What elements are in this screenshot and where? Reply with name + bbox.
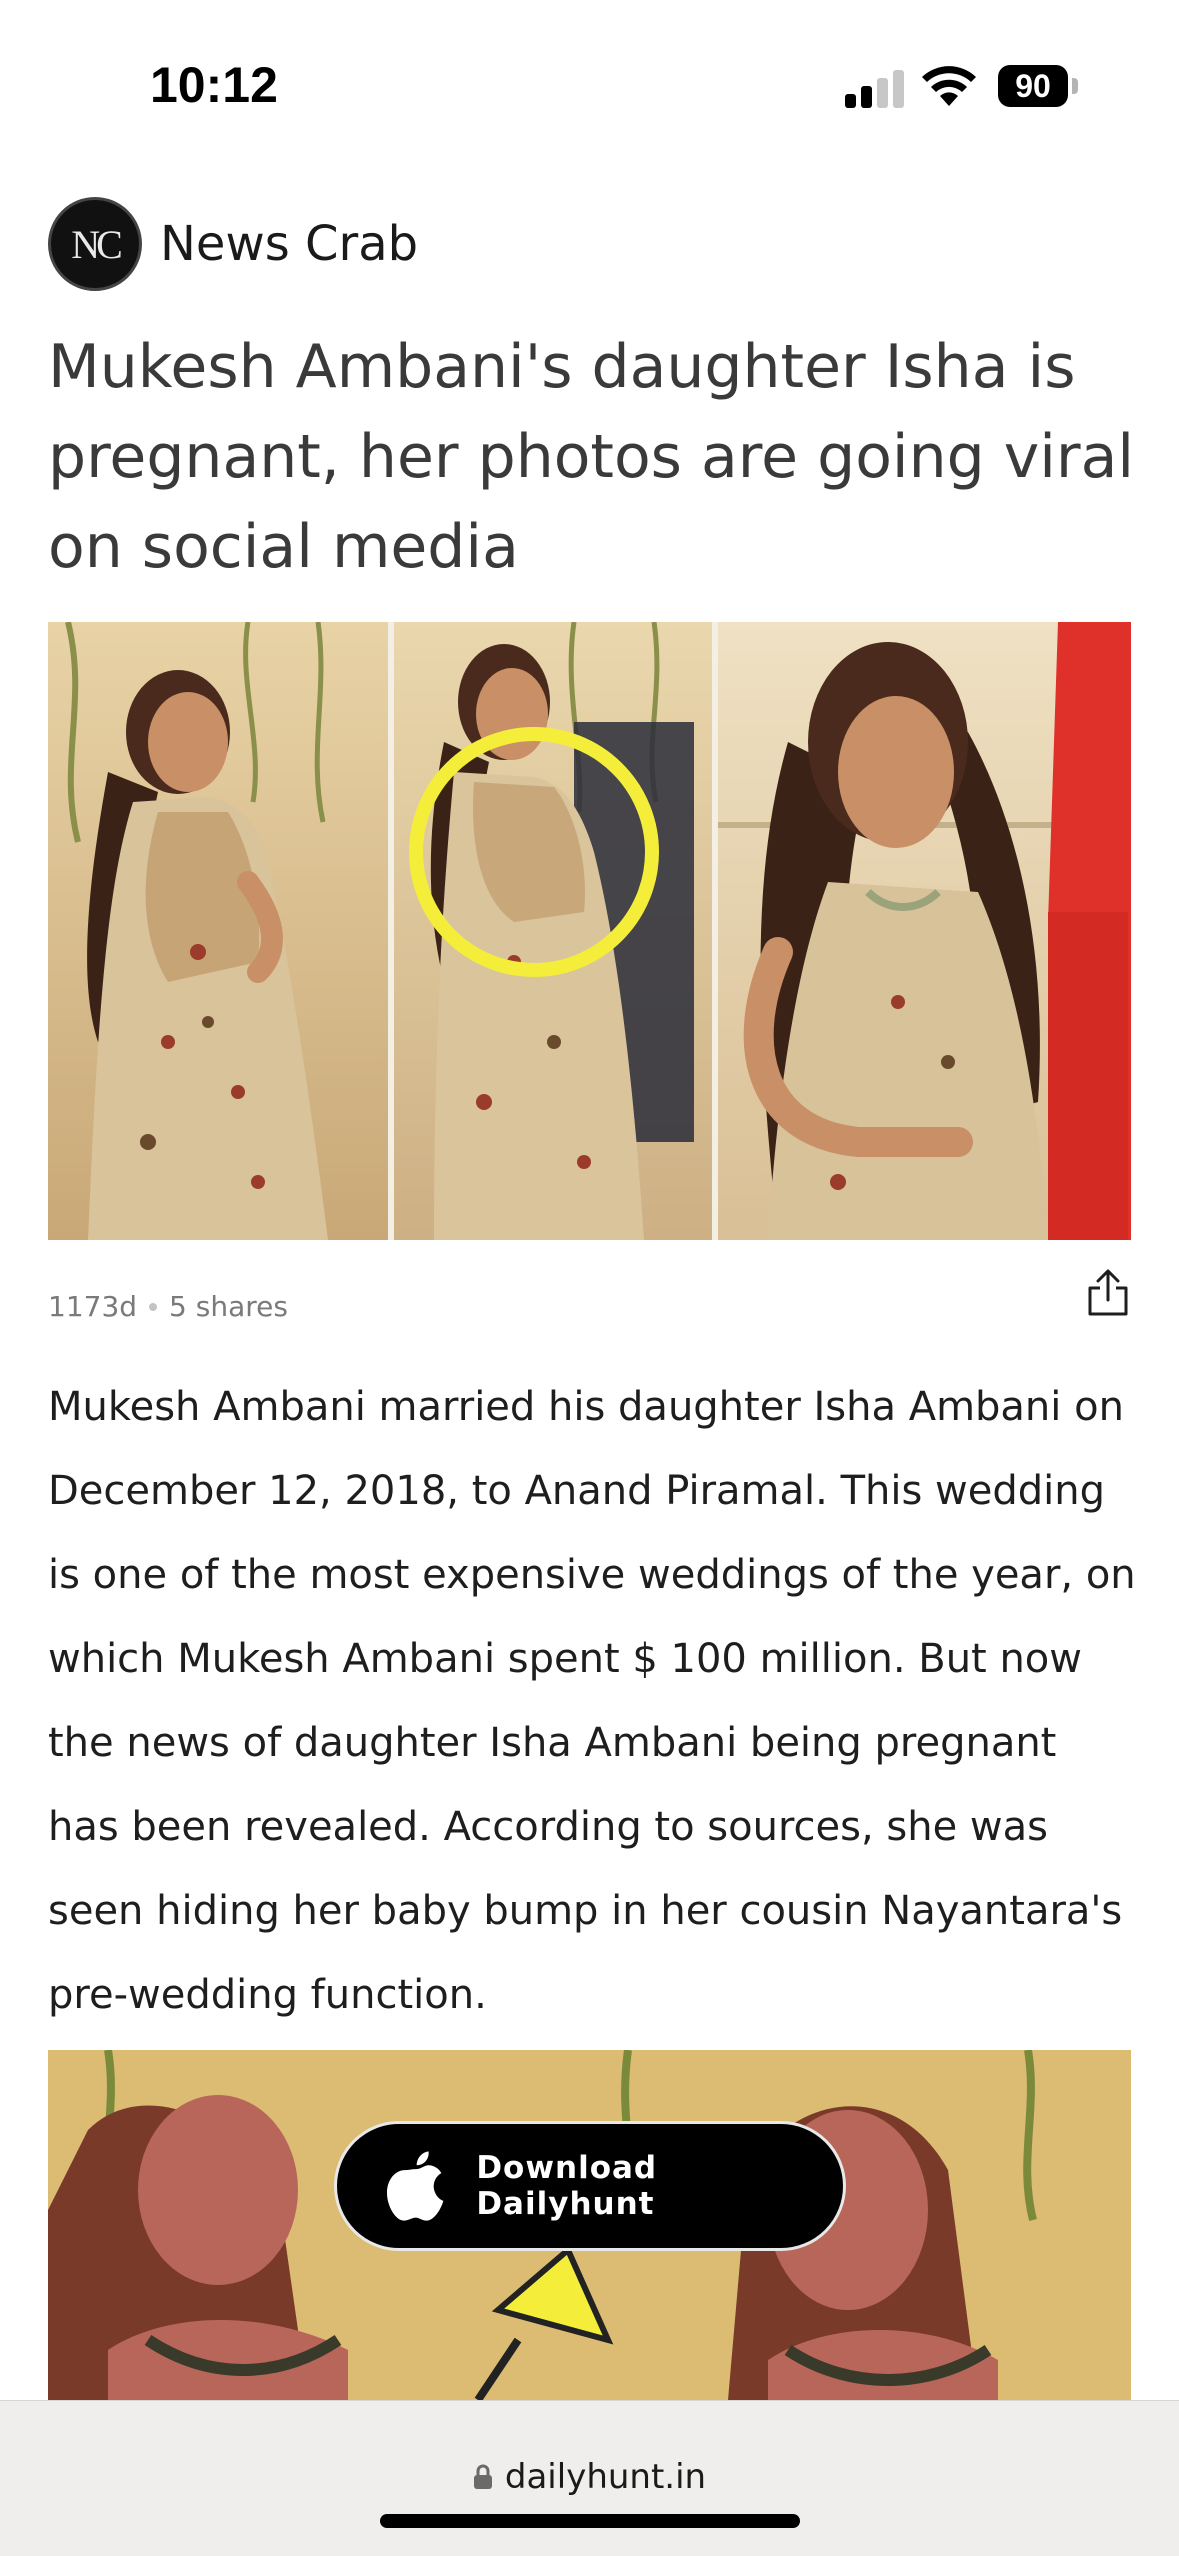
download-dailyhunt-button[interactable]: Download Dailyhunt xyxy=(334,2121,846,2251)
wifi-icon xyxy=(922,66,976,106)
lock-icon xyxy=(473,2464,492,2489)
share-count: 5 shares xyxy=(169,1290,288,1323)
photo-panel-middle xyxy=(394,622,712,1240)
battery-icon: 90 xyxy=(998,65,1068,107)
photo-panel-right xyxy=(718,622,1131,1240)
meta-separator xyxy=(149,1302,158,1311)
status-time: 10:12 xyxy=(150,57,278,113)
cellular-signal-icon xyxy=(845,70,905,108)
battery-tip xyxy=(1072,78,1078,94)
home-indicator[interactable] xyxy=(380,2514,800,2528)
browser-url-bar[interactable]: dailyhunt.in xyxy=(0,2400,1179,2556)
status-bar: 10:12 90 xyxy=(0,0,1179,170)
share-icon[interactable] xyxy=(1084,1268,1132,1318)
apple-icon xyxy=(386,2151,444,2221)
photo-panel-left xyxy=(48,622,388,1240)
source-name: News Crab xyxy=(160,216,419,272)
url-text: dailyhunt.in xyxy=(504,2457,707,2497)
url-display[interactable]: dailyhunt.in xyxy=(0,2457,1179,2497)
source-logo: NC xyxy=(48,197,142,291)
download-label: Download Dailyhunt xyxy=(476,2150,658,2222)
article-body: Mukesh Ambani married his daughter Isha … xyxy=(48,1384,1136,2018)
article-headline: Mukesh Ambani's daughter Isha is pregnan… xyxy=(48,332,1135,582)
news-source[interactable]: NC News Crab xyxy=(48,196,418,292)
article-meta: 1173d 5 shares xyxy=(48,1290,288,1323)
article-hero-image xyxy=(48,622,1131,1240)
article-age: 1173d xyxy=(48,1290,138,1323)
